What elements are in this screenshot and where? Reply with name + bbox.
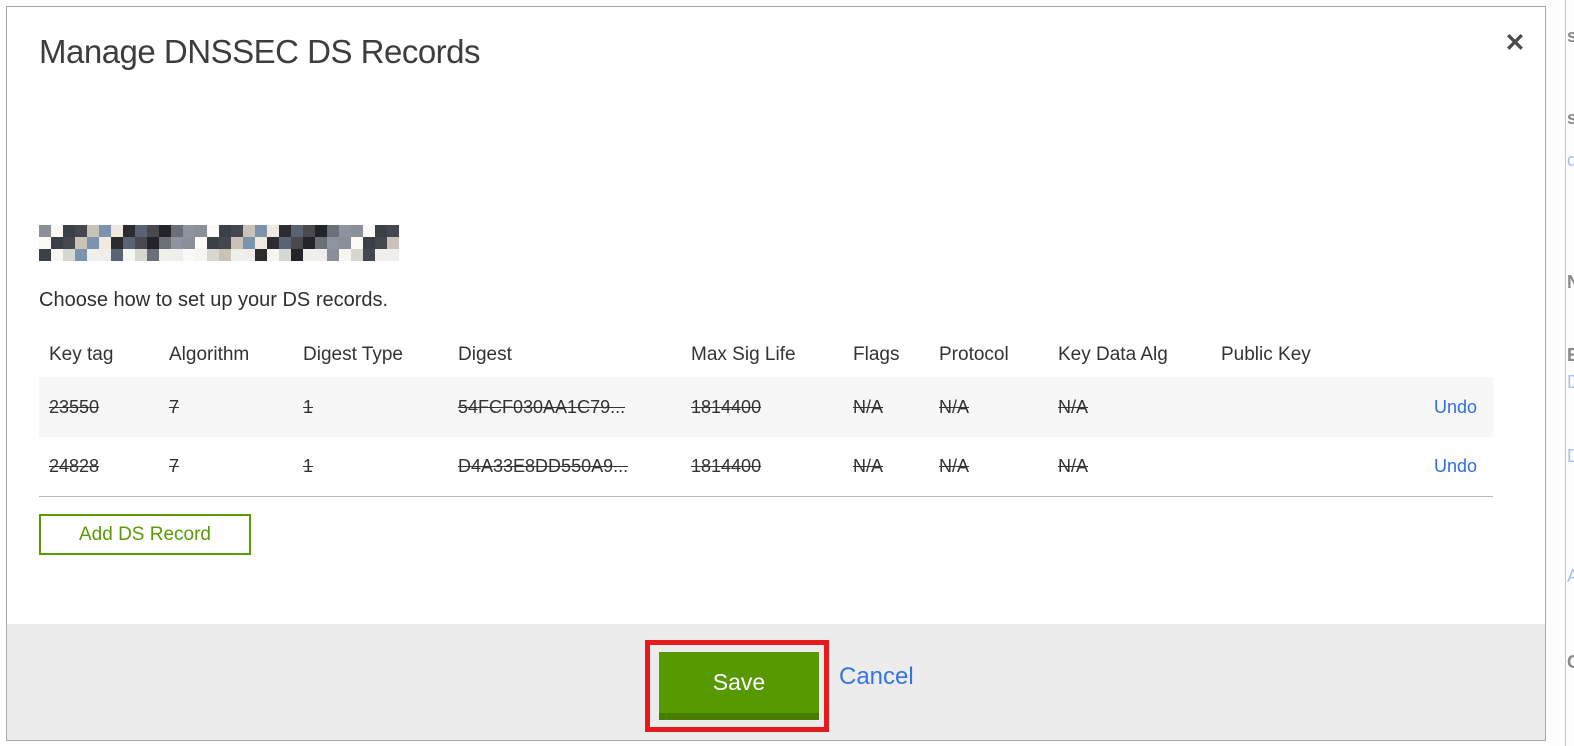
cancel-button[interactable]: Cancel — [839, 663, 914, 691]
background-text-fragment: D — [1567, 446, 1574, 466]
cell-key-tag: 24828 — [49, 456, 100, 476]
cell-protocol: N/A — [939, 456, 970, 476]
background-text-fragment: D — [1567, 372, 1574, 392]
background-text-fragment: N — [1567, 272, 1574, 292]
col-header-flags: Flags — [853, 343, 900, 365]
cell-key-data-alg: N/A — [1058, 396, 1089, 417]
background-text-fragment: C — [1567, 652, 1574, 672]
col-header-digest-type: Digest Type — [303, 343, 403, 365]
cell-digest: D4A33E8DD550A9... — [458, 456, 629, 476]
cell-key-tag: 23550 — [49, 396, 100, 417]
ds-records-table: Key tag Algorithm Digest Type Digest Max… — [39, 332, 1493, 497]
table-header-row: Key tag Algorithm Digest Type Digest Max… — [39, 332, 1493, 377]
table-row: 23550 7 1 54FCF030AA1C79... 1814400 N/A … — [39, 377, 1493, 437]
col-header-protocol: Protocol — [939, 343, 1009, 365]
background-text-fragment: s — [1567, 26, 1574, 46]
cell-flags: N/A — [853, 396, 884, 417]
col-header-digest: Digest — [458, 343, 512, 365]
background-text-fragment: s — [1567, 108, 1574, 128]
cell-algorithm: 7 — [169, 456, 180, 476]
table-row: 24828 7 1 D4A33E8DD550A9... 1814400 N/A … — [39, 437, 1493, 497]
background-text-fragment: E — [1567, 345, 1574, 365]
col-header-algorithm: Algorithm — [169, 343, 250, 365]
col-header-public-key: Public Key — [1221, 343, 1311, 365]
undo-link[interactable]: Undo — [1434, 456, 1477, 476]
dnssec-modal: Manage DNSSEC DS Records ✕ Choose how to… — [6, 6, 1546, 741]
instruction-text: Choose how to set up your DS records. — [39, 289, 389, 311]
cell-protocol: N/A — [939, 396, 970, 417]
domain-name-redacted — [39, 225, 399, 261]
background-page-strip: s s d N E D D A C — [1548, 0, 1574, 746]
cell-algorithm: 7 — [169, 396, 180, 417]
save-button[interactable]: Save — [659, 652, 819, 720]
cell-digest-type: 1 — [303, 396, 314, 417]
cell-digest: 54FCF030AA1C79... — [458, 396, 626, 417]
background-text-fragment: A — [1567, 566, 1574, 586]
col-header-key-tag: Key tag — [49, 343, 114, 365]
cell-max-sig-life: 1814400 — [691, 456, 762, 476]
add-ds-record-button[interactable]: Add DS Record — [39, 514, 251, 555]
col-header-key-data-alg: Key Data Alg — [1058, 343, 1168, 365]
page-title: Manage DNSSEC DS Records — [39, 33, 481, 70]
col-header-max-sig-life: Max Sig Life — [691, 343, 796, 365]
cell-key-data-alg: N/A — [1058, 456, 1089, 476]
cell-flags: N/A — [853, 456, 884, 476]
background-text-fragment: d — [1567, 150, 1574, 170]
undo-link[interactable]: Undo — [1434, 397, 1477, 417]
cell-digest-type: 1 — [303, 456, 314, 476]
scrollbar-track[interactable] — [1565, 0, 1566, 746]
cell-max-sig-life: 1814400 — [691, 396, 762, 417]
close-icon[interactable]: ✕ — [1497, 25, 1533, 61]
